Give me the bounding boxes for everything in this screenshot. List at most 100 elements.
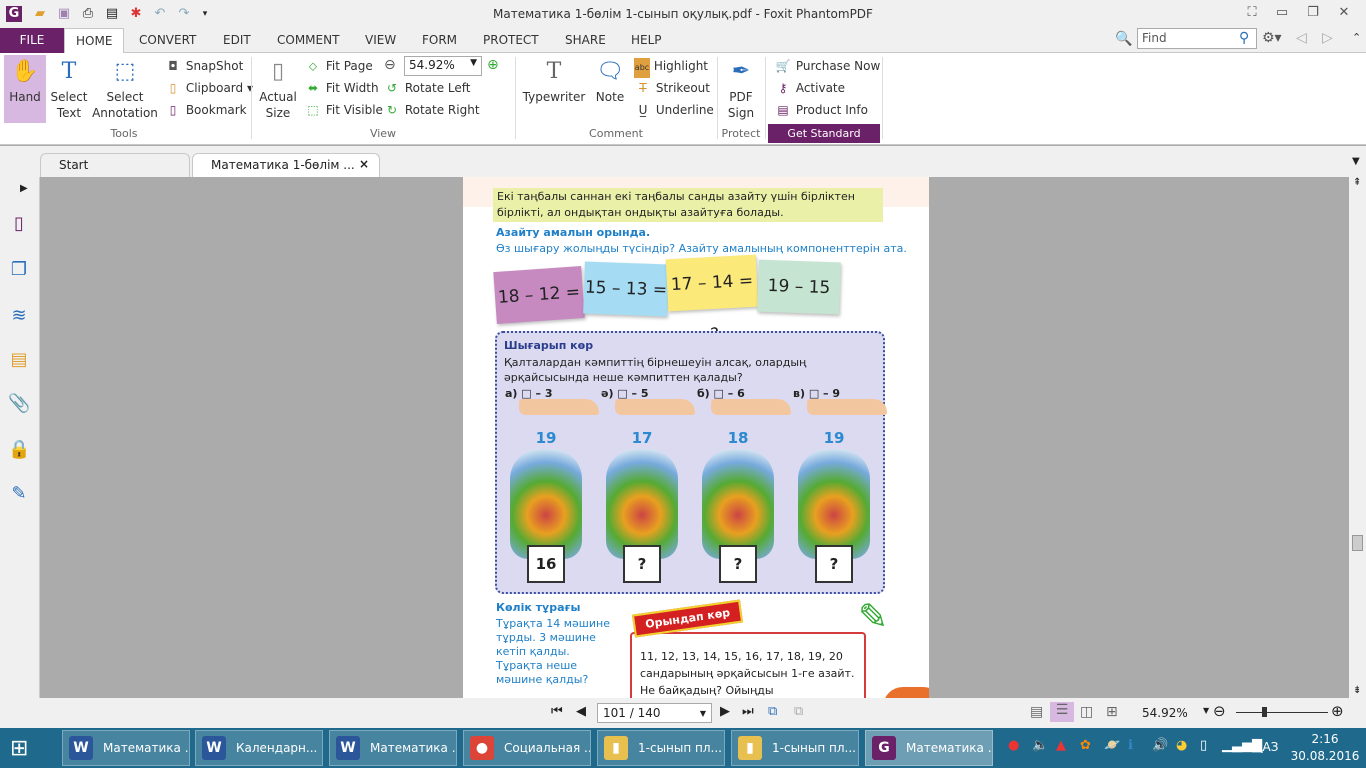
scroll-up-icon[interactable]: ⇞ [1353,177,1361,188]
start-button[interactable]: ⊞ [10,736,28,761]
tab-edit[interactable]: EDIT [212,28,262,53]
snapshot-button[interactable]: ◘ SnapShot [164,56,243,76]
language-indicator[interactable]: ҚАЗ [1254,740,1278,754]
underline-button[interactable]: U̲ Underline [634,100,714,120]
speaker-icon[interactable]: 🔈 [1032,738,1048,753]
select-text-button[interactable]: T Select Text [50,55,88,121]
close-tab-icon[interactable]: × [359,157,369,171]
planet-icon[interactable]: 🪐 [1104,738,1120,753]
tab-home[interactable]: HOME [64,28,125,54]
product-info-button[interactable]: ▤ Product Info [774,100,868,120]
typewriter-button[interactable]: T Typewriter [522,55,586,105]
tab-view[interactable]: VIEW [354,28,407,53]
rotate-right-button[interactable]: ↻ Rotate Right [383,100,480,120]
signatures-icon[interactable]: ✎ [8,483,30,505]
taskbar-item[interactable]: W Математика ... [62,730,190,766]
tab-document[interactable]: Математика 1-бөлім ... × [192,153,380,177]
rotate-left-button[interactable]: ↺ Rotate Left [383,78,471,98]
taskbar-item[interactable]: ● Социальная ... [463,730,591,766]
vertical-scrollbar[interactable]: ⇞ ⇟ [1349,177,1366,698]
document-tabs: Start Математика 1-бөлім ... × ▼ [0,146,1366,177]
rotate-left-icon: ↺ [386,81,398,95]
windows-update-icon[interactable]: ◕ [1176,738,1187,753]
tab-start[interactable]: Start [40,153,190,177]
clipboard-button[interactable]: ▯ Clipboard ▾ [164,78,253,98]
tab-share[interactable]: SHARE [554,28,617,53]
zoom-slider-thumb[interactable] [1261,707,1267,717]
zoom-out-icon[interactable]: ⊖ [1213,702,1226,720]
tab-protect[interactable]: PROTECT [472,28,550,53]
next-result-icon[interactable]: ▷ [1322,30,1333,46]
strikeout-button[interactable]: T̶ Strikeout [634,78,710,98]
try-box: Шығарып көр Қалталардан кәмпиттің бірнеш… [495,331,887,594]
clock[interactable]: 2:16 30.08.2016 [1290,731,1360,765]
continuous-facing-icon[interactable]: ⊞ [1106,704,1118,720]
highlight-button[interactable]: abc Highlight [634,56,708,78]
zoom-in-icon[interactable]: ⊕ [1331,702,1344,720]
facing-icon[interactable]: ◫ [1080,704,1093,720]
actual-size-button[interactable]: ▯ Actual Size [258,55,298,121]
battery-icon[interactable]: ▯ [1200,738,1207,753]
tab-help[interactable]: HELP [620,28,673,53]
zoom-dropdown-icon[interactable]: ▼ [1203,706,1209,715]
parking-title: Көлік тұрағы [496,601,581,614]
fit-visible-button[interactable]: ⬚ Fit Visible [304,100,383,120]
antivirus-icon[interactable]: ● [1008,738,1019,753]
pages-icon[interactable]: ❐ [8,259,30,281]
zoom-in-icon[interactable]: ⊕ [487,57,499,73]
continuous-icon[interactable]: ☰ [1050,702,1074,722]
search-icon[interactable]: ⚲ [1239,30,1249,46]
tab-comment[interactable]: COMMENT [266,28,350,53]
collapse-ribbon-icon[interactable]: ⌃ [1352,31,1361,44]
bookmark-button[interactable]: ▯ Bookmark [164,100,247,120]
fullscreen-icon[interactable]: ⛶ [1242,5,1262,20]
zoom-out-icon[interactable]: ⊖ [384,57,396,73]
close-button[interactable]: ✕ [1334,5,1354,20]
taskbar-item[interactable]: ▮ 1-сынып пл... [731,730,859,766]
find-folder-icon[interactable]: 🔍 [1115,31,1132,47]
scroll-thumb[interactable] [1352,535,1363,551]
get-standard-button[interactable]: Get Standard [768,124,880,143]
restore-button[interactable]: ❐ [1303,5,1323,20]
layers-icon[interactable]: ≋ [8,305,30,327]
page-number-input[interactable]: 101 / 140 ▼ [597,703,712,723]
comments-icon[interactable]: ▤ [8,349,30,371]
zoom-slider[interactable] [1236,712,1328,713]
tab-convert[interactable]: CONVERT [128,28,207,53]
next-view-icon[interactable]: ⧉ [794,704,803,719]
gear-icon[interactable]: ⚙▾ [1262,30,1282,46]
prev-result-icon[interactable]: ◁ [1296,30,1307,46]
taskbar-item[interactable]: G Математика ... [865,730,993,766]
warning-icon[interactable]: ▲ [1056,738,1066,753]
taskbar-item[interactable]: ▮ 1-сынып пл... [597,730,725,766]
attachments-icon[interactable]: 📎 [8,393,30,415]
purchase-now-button[interactable]: 🛒 Purchase Now [774,56,881,76]
zoom-select[interactable]: 54.92% ▼ [404,56,482,76]
activate-button[interactable]: ⚷ Activate [774,78,845,98]
network-info-icon[interactable]: ℹ [1128,738,1133,753]
scroll-down-icon[interactable]: ⇟ [1353,685,1361,696]
app-tray-icon[interactable]: ✿ [1080,738,1091,753]
previous-view-icon[interactable]: ⧉ [768,704,777,719]
bookmarks-icon[interactable]: ▯ [8,213,30,235]
tab-file[interactable]: FILE [0,28,64,53]
note-button[interactable]: 🗨 Note [592,55,628,105]
tab-form[interactable]: FORM [411,28,468,53]
next-page-icon[interactable]: ▶ [720,704,730,719]
select-annotation-button[interactable]: ⬚ Select Annotation [92,55,158,121]
fit-page-button[interactable]: ⬦ Fit Page [304,56,373,76]
last-page-icon[interactable]: ⏭ [742,704,754,719]
volume-icon[interactable]: 🔊 [1152,738,1168,753]
fit-width-button[interactable]: ⬌ Fit Width [304,78,379,98]
expand-panel-icon[interactable]: ▶ [20,183,28,194]
taskbar-item[interactable]: W Календарн... [195,730,323,766]
minimize-button[interactable]: ▭ [1272,5,1292,20]
taskbar-item[interactable]: W Математика ... [329,730,457,766]
hand-tool-button[interactable]: ✋ Hand [4,55,46,123]
prev-page-icon[interactable]: ◀ [576,704,586,719]
security-lock-icon[interactable]: 🔒 [8,439,30,461]
single-page-icon[interactable]: ▤ [1030,704,1043,720]
pdf-sign-button[interactable]: ✒ PDF Sign [722,55,760,121]
first-page-icon[interactable]: ⏮ [551,704,563,719]
tab-list-icon[interactable]: ▼ [1352,156,1360,167]
